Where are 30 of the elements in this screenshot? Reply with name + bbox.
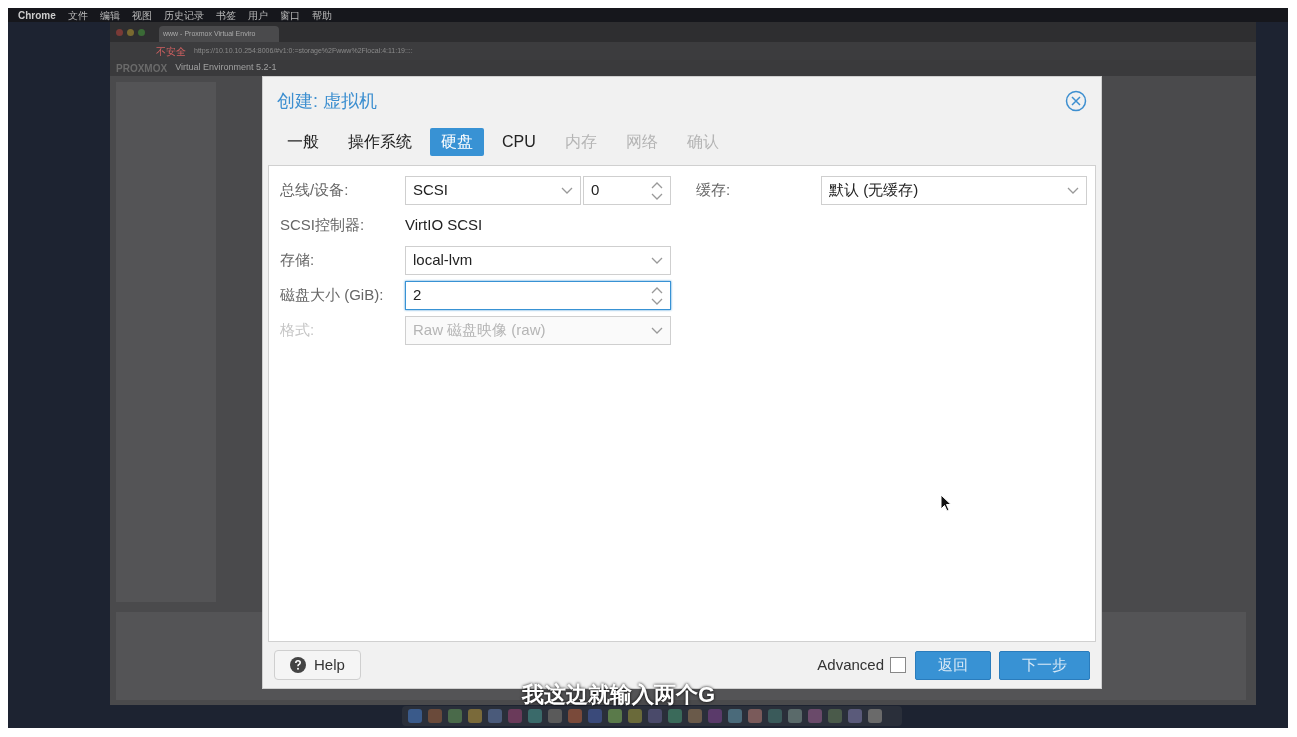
tab[interactable]: 操作系统	[337, 128, 423, 156]
dialog-title: 创建: 虚拟机	[277, 89, 377, 113]
advanced-label: Advanced	[817, 654, 884, 675]
field-label: 缓存:	[696, 180, 732, 201]
field-label: 总线/设备:	[280, 180, 350, 201]
field-value: VirtIO SCSI	[405, 215, 483, 236]
menu-item[interactable]: 视图	[131, 8, 152, 23]
field-label: 磁盘大小 (GiB):	[280, 285, 385, 306]
menu-item[interactable]: Chrome	[18, 8, 56, 23]
app-version: Virtual Environment 5.2-1	[175, 61, 277, 75]
menu-item[interactable]: 文件	[67, 8, 88, 23]
menu-item[interactable]: 窗口	[279, 8, 300, 23]
field-label: 格式:	[280, 320, 316, 341]
menu-item[interactable]: 历史记录	[163, 8, 204, 23]
cache-dropdown[interactable]: 默认 (无缓存)	[821, 176, 1087, 205]
dropdown-field[interactable]: local-lvm	[405, 246, 671, 275]
video-subtitle: 我这边就输入两个G	[522, 681, 716, 709]
bus-dropdown[interactable]: SCSI	[405, 176, 581, 205]
field-label: 存储:	[280, 250, 316, 271]
number-field[interactable]: 2	[405, 281, 671, 310]
menu-item[interactable]: 编辑	[99, 8, 120, 23]
device-number-field[interactable]: 0	[583, 176, 671, 205]
tab[interactable]: CPU	[491, 128, 547, 156]
field-label: SCSI控制器:	[280, 215, 366, 236]
menu-item[interactable]: 用户	[247, 8, 268, 23]
menu-item[interactable]: 书签	[215, 8, 236, 23]
menu-item[interactable]: 帮助	[311, 8, 332, 23]
help-button[interactable]: Help	[274, 650, 361, 680]
tab[interactable]: 一般	[276, 128, 330, 156]
security-warning: 不安全	[156, 44, 186, 59]
